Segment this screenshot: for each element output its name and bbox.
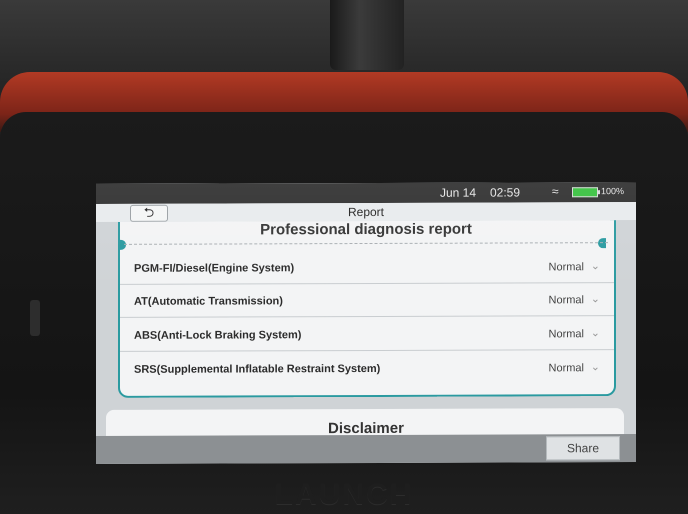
chevron-down-icon[interactable]: ⌄	[591, 326, 600, 339]
report-row[interactable]: SRS(Supplemental Inflatable Restraint Sy…	[120, 351, 614, 386]
page-title: Report	[347, 204, 385, 220]
system-name: SRS(Supplemental Inflatable Restraint Sy…	[134, 362, 381, 376]
chevron-down-icon[interactable]: ⌄	[591, 292, 600, 305]
device-port	[30, 300, 40, 336]
device-brand-logo: LAUNCH	[274, 478, 414, 511]
system-name: ABS(Anti-Lock Braking System)	[134, 329, 302, 342]
chevron-down-icon[interactable]: ⌄	[591, 360, 600, 373]
battery-percent: 100%	[601, 186, 625, 197]
status-bar: Jun 14 02:59 ≈ 100%	[96, 182, 636, 204]
battery-icon	[572, 187, 598, 198]
report-row[interactable]: ABS(Anti-Lock Braking System) Normal ⌄	[120, 317, 614, 352]
system-name: PGM-FI/Diesel(Engine System)	[134, 262, 295, 275]
battery-tip	[598, 190, 600, 195]
status-time: 02:59	[490, 185, 521, 200]
device-screen: Jun 14 02:59 ≈ 100% ⮌ Report Professiona…	[96, 182, 636, 464]
report-row[interactable]: PGM-FI/Diesel(Engine System) Normal ⌄	[120, 250, 614, 285]
system-status: Normal	[548, 294, 584, 307]
chevron-down-icon[interactable]: ⌄	[591, 259, 600, 272]
status-date: Jun 14	[440, 185, 477, 200]
report-title: Professional diagnosis report	[260, 220, 472, 239]
obd-cable	[330, 0, 404, 70]
report-row[interactable]: AT(Automatic Transmission) Normal ⌄	[120, 283, 614, 318]
system-status: Normal	[548, 362, 584, 375]
system-status: Normal	[548, 328, 584, 341]
share-button[interactable]: Share	[546, 436, 620, 461]
wifi-icon: ≈	[552, 184, 559, 199]
system-status: Normal	[548, 261, 584, 274]
system-name: AT(Automatic Transmission)	[134, 295, 283, 308]
